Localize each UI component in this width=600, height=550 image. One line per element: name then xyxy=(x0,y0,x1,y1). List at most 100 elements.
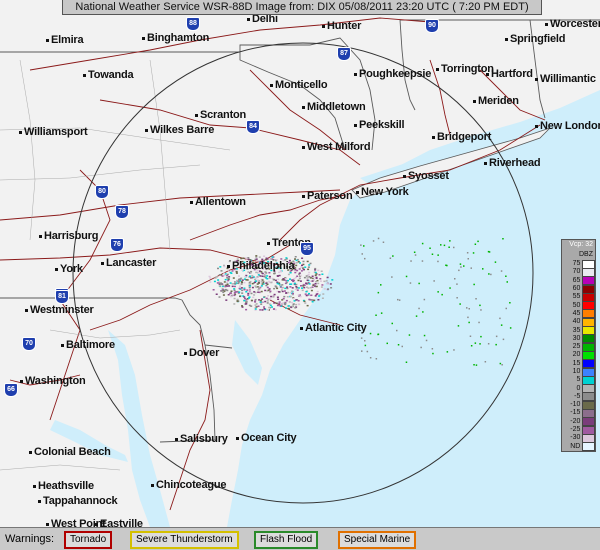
radar-echo xyxy=(273,272,276,274)
radar-echo xyxy=(249,283,251,285)
radar-echo xyxy=(261,309,264,311)
radar-echo xyxy=(278,302,281,305)
radar-echo xyxy=(295,264,298,267)
radar-echo xyxy=(295,259,298,262)
radar-echo xyxy=(263,306,265,308)
radar-echo xyxy=(255,255,258,257)
radar-echo xyxy=(292,303,295,306)
atlantic-ocean xyxy=(227,90,600,527)
radar-echo xyxy=(258,299,261,301)
radar-echo xyxy=(468,308,470,310)
radar-echo xyxy=(228,276,231,278)
radar-echo xyxy=(314,271,317,274)
radar-echo xyxy=(224,285,227,288)
radar-echo xyxy=(473,364,475,366)
radar-echo xyxy=(258,291,261,294)
radar-echo xyxy=(231,293,234,296)
radar-echo xyxy=(323,288,326,290)
interstate-shield-icon: 76 xyxy=(110,238,124,252)
radar-echo xyxy=(302,260,305,263)
radar-echo xyxy=(282,302,285,305)
radar-echo xyxy=(421,260,424,262)
city-label: Williamsport xyxy=(19,126,88,138)
page-title: National Weather Service WSR-88D Image f… xyxy=(62,0,542,15)
radar-echo xyxy=(405,361,408,363)
radar-echo xyxy=(459,263,462,265)
radar-echo xyxy=(258,280,261,282)
radar-echo xyxy=(287,307,290,310)
radar-echo xyxy=(308,276,311,278)
radar-echo xyxy=(297,260,300,263)
radar-echo xyxy=(228,285,231,287)
city-name: Baltimore xyxy=(66,339,115,351)
radar-echo xyxy=(273,302,276,304)
city-dot xyxy=(322,24,325,28)
radar-echo xyxy=(253,291,256,293)
radar-echo xyxy=(423,334,426,337)
tornado-warning-button[interactable]: Tornado xyxy=(64,531,113,549)
radar-echo xyxy=(366,350,369,353)
city-dot xyxy=(436,67,439,71)
radar-echo xyxy=(299,295,302,298)
radar-echo xyxy=(326,283,329,285)
city-dot xyxy=(486,72,489,76)
radar-echo xyxy=(229,282,232,284)
radar-echo xyxy=(472,252,475,254)
radar-echo xyxy=(289,272,292,274)
radar-echo xyxy=(241,289,244,292)
city-dot xyxy=(300,326,303,330)
radar-echo xyxy=(243,281,246,284)
radar-echo xyxy=(506,281,508,283)
legend-label: 75 xyxy=(572,260,581,268)
radar-echo xyxy=(216,282,219,284)
radar-echo xyxy=(269,298,272,300)
radar-echo xyxy=(241,305,243,307)
city-dot xyxy=(101,261,104,265)
radar-echo xyxy=(244,297,246,300)
radar-echo xyxy=(294,288,297,290)
dbz-legend: Vcp: 32 DBZ 75 70 65 60 55 50 45 40 35 30 25 20 15 10… xyxy=(561,239,596,452)
radar-echo xyxy=(297,303,300,305)
radar-echo xyxy=(396,329,398,332)
city-name: Paterson xyxy=(307,190,353,202)
severe-thunderstorm-warning-button[interactable]: Severe Thunderstorm xyxy=(130,531,239,549)
city-label: Riverhead xyxy=(484,157,541,169)
city-label: Allentown xyxy=(190,196,246,208)
radar-echo xyxy=(252,296,255,299)
radar-echo xyxy=(243,296,246,298)
city-name: York xyxy=(60,263,83,275)
radar-echo xyxy=(230,295,233,298)
city-name: Hartford xyxy=(491,68,533,80)
city-dot xyxy=(354,123,357,127)
radar-echo xyxy=(286,286,289,288)
radar-echo xyxy=(267,309,269,311)
radar-echo xyxy=(236,279,239,282)
radar-echo xyxy=(283,295,286,298)
radar-echo xyxy=(270,295,273,298)
radar-echo xyxy=(244,275,247,278)
radar-echo xyxy=(480,309,482,311)
radar-echo xyxy=(305,275,308,277)
radar-echo xyxy=(277,298,280,300)
radar-echo xyxy=(405,275,408,278)
radar-echo xyxy=(377,237,380,240)
interstate-shield-icon: 81 xyxy=(55,290,69,304)
radar-echo xyxy=(425,339,428,342)
radar-echo xyxy=(480,335,482,338)
radar-echo xyxy=(308,264,311,266)
flash-flood-warning-button[interactable]: Flash Flood xyxy=(254,531,319,549)
radar-echo xyxy=(222,294,225,296)
radar-echo xyxy=(285,281,288,284)
radar-echo xyxy=(212,289,215,291)
city-label: Colonial Beach xyxy=(29,446,111,458)
city-dot xyxy=(25,308,28,312)
radar-echo xyxy=(229,292,232,295)
radar-echo xyxy=(317,299,320,301)
radar-echo xyxy=(289,278,291,280)
special-marine-warning-button[interactable]: Special Marine xyxy=(338,531,417,549)
radar-echo xyxy=(290,290,293,292)
radar-echo xyxy=(320,286,323,288)
legend-label: ND xyxy=(570,442,581,450)
interstate-shield-icon: 70 xyxy=(22,337,36,351)
radar-echo xyxy=(239,295,241,298)
